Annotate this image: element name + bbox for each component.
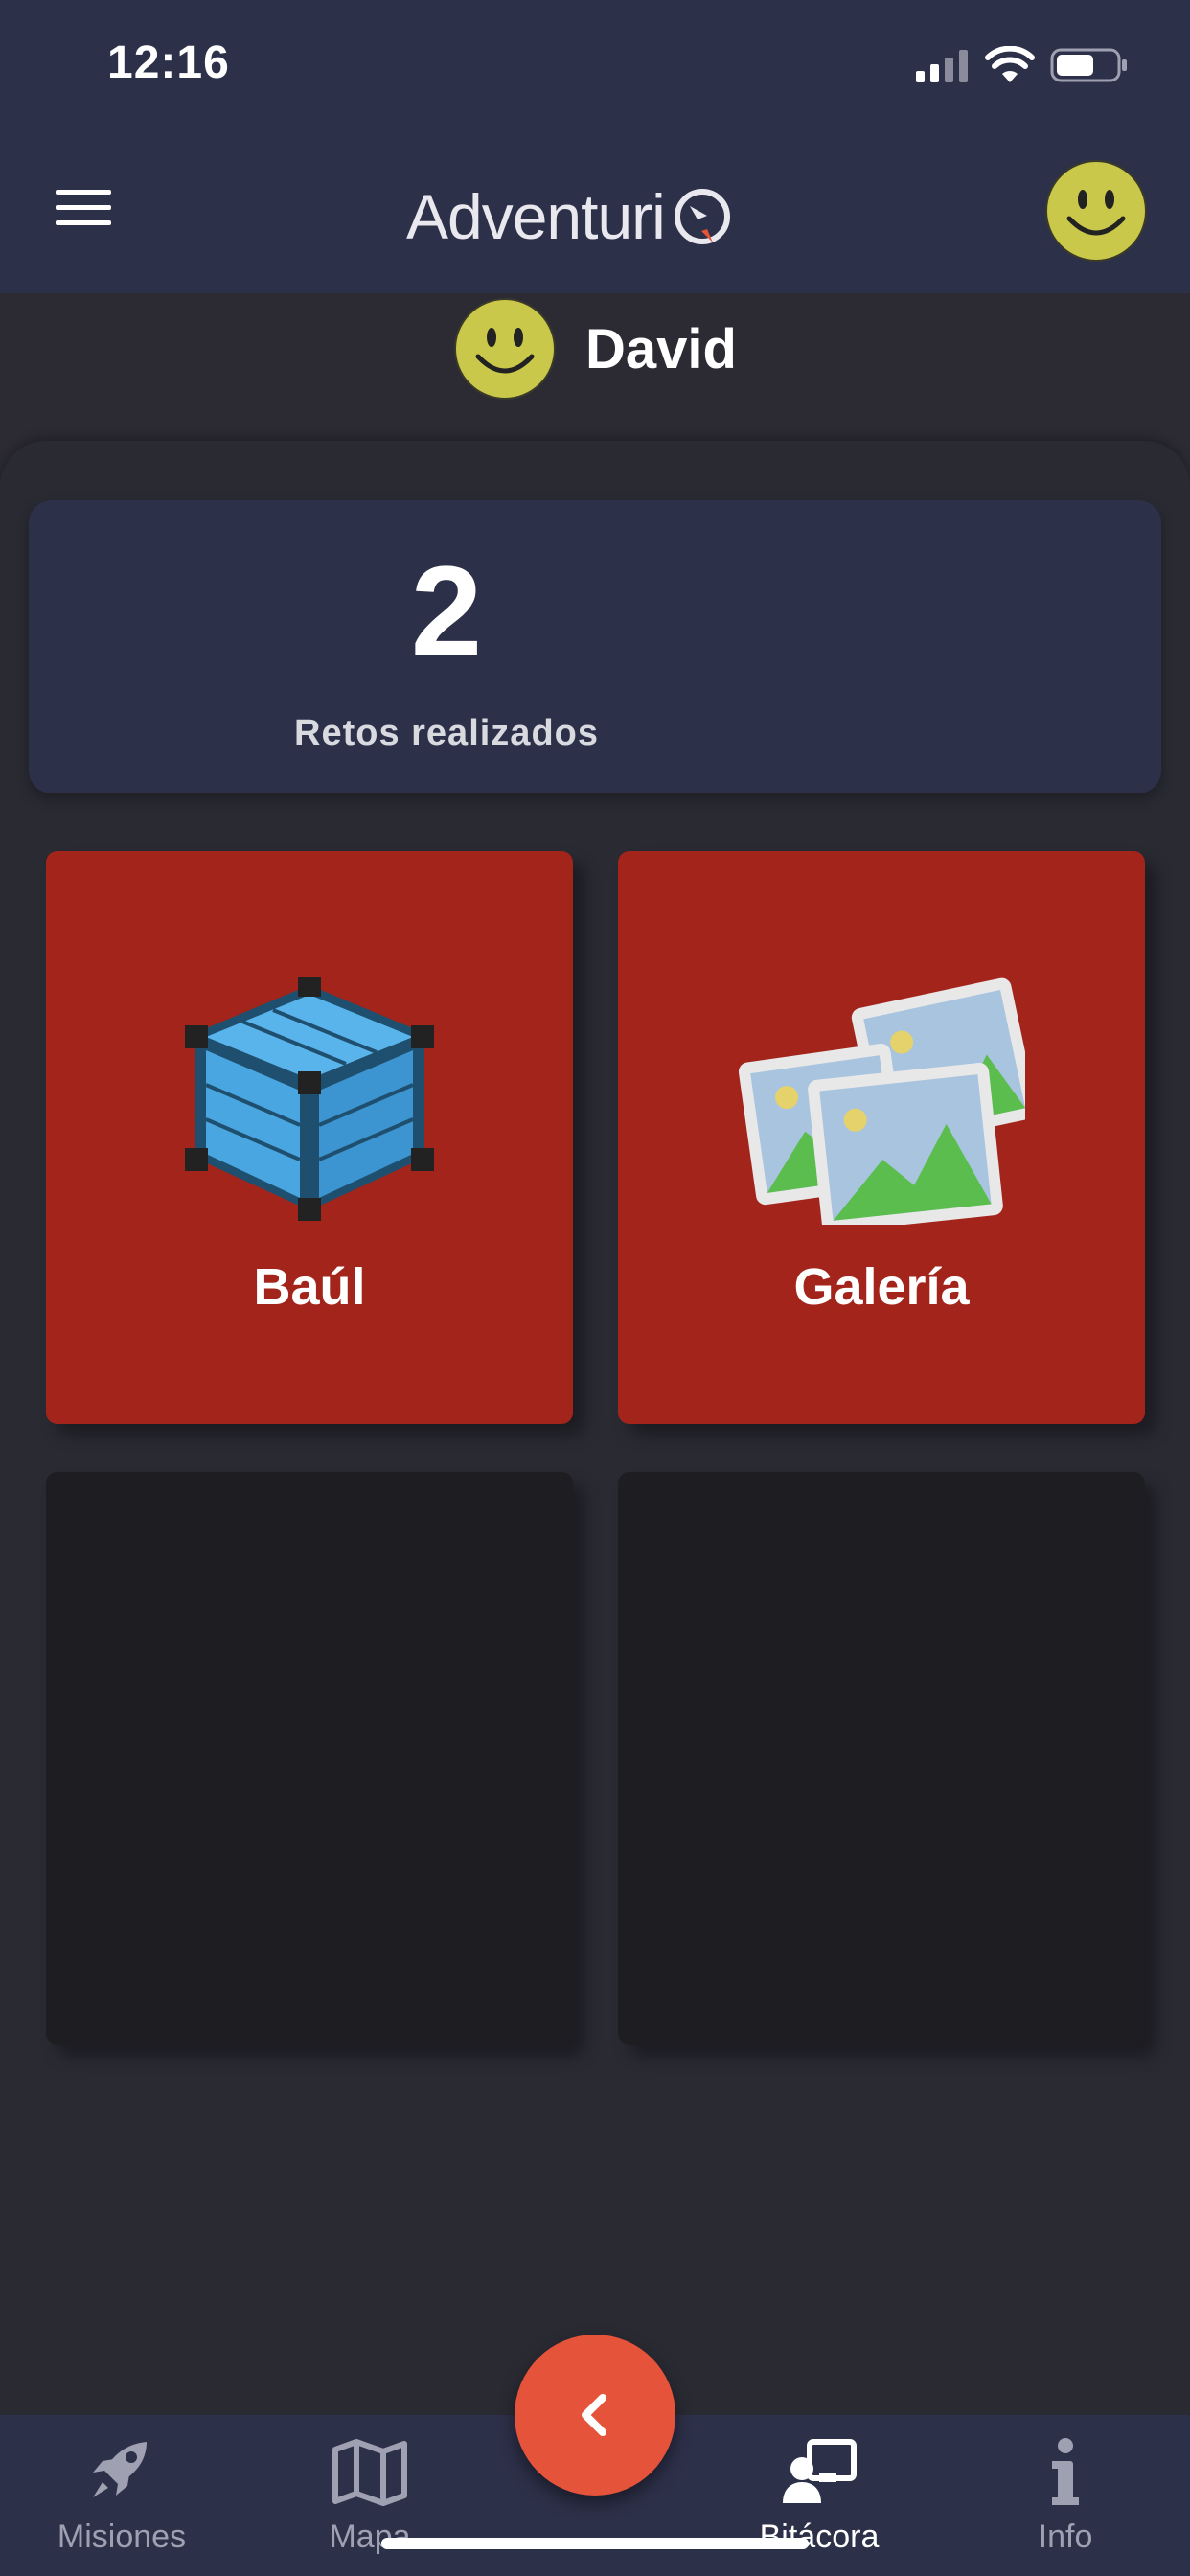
chevron-left-icon (582, 2394, 606, 2436)
status-time: 12:16 (107, 37, 230, 88)
back-button[interactable] (515, 2334, 675, 2496)
rocket-icon (93, 2442, 147, 2497)
app-logo: Adventuri (406, 169, 736, 264)
profile-row: David (0, 293, 1190, 404)
empty-tile (618, 1472, 1145, 2045)
battery-icon (1050, 48, 1127, 82)
gallery-tile[interactable]: Galería (618, 851, 1145, 1424)
logbook-icon (783, 2439, 857, 2503)
app-header: Adventuri (0, 130, 1190, 293)
logo-text: Adventuri (406, 181, 666, 252)
nav-label: Misiones (57, 2518, 187, 2555)
cellular-signal-icon (916, 50, 968, 82)
status-bar: 12:16 (0, 0, 1190, 130)
hamburger-icon (56, 190, 111, 195)
menu-button[interactable] (56, 190, 111, 234)
home-indicator[interactable] (381, 2538, 809, 2549)
chest-icon (185, 978, 434, 1221)
wifi-icon (985, 46, 1035, 82)
profile-name: David (585, 317, 737, 380)
challenges-count: 2 (410, 540, 483, 683)
nav-item-info[interactable]: Info (970, 2434, 1161, 2559)
challenges-label: Retos realizados (294, 713, 599, 753)
nav-item-misiones[interactable]: Misiones (26, 2434, 217, 2559)
map-icon (332, 2439, 407, 2506)
logo-compass-icon (674, 189, 730, 244)
chest-label: Baúl (253, 1258, 366, 1316)
profile-avatar (454, 298, 557, 400)
nav-label: Info (1038, 2518, 1093, 2555)
gallery-icon (738, 978, 1025, 1225)
empty-tile (46, 1472, 573, 2045)
challenges-stats-card: 2 Retos realizados (29, 500, 1161, 794)
user-avatar-button[interactable] (1044, 159, 1148, 263)
info-icon (1052, 2438, 1079, 2505)
gallery-label: Galería (793, 1258, 970, 1316)
chest-tile[interactable]: Baúl (46, 851, 573, 1424)
